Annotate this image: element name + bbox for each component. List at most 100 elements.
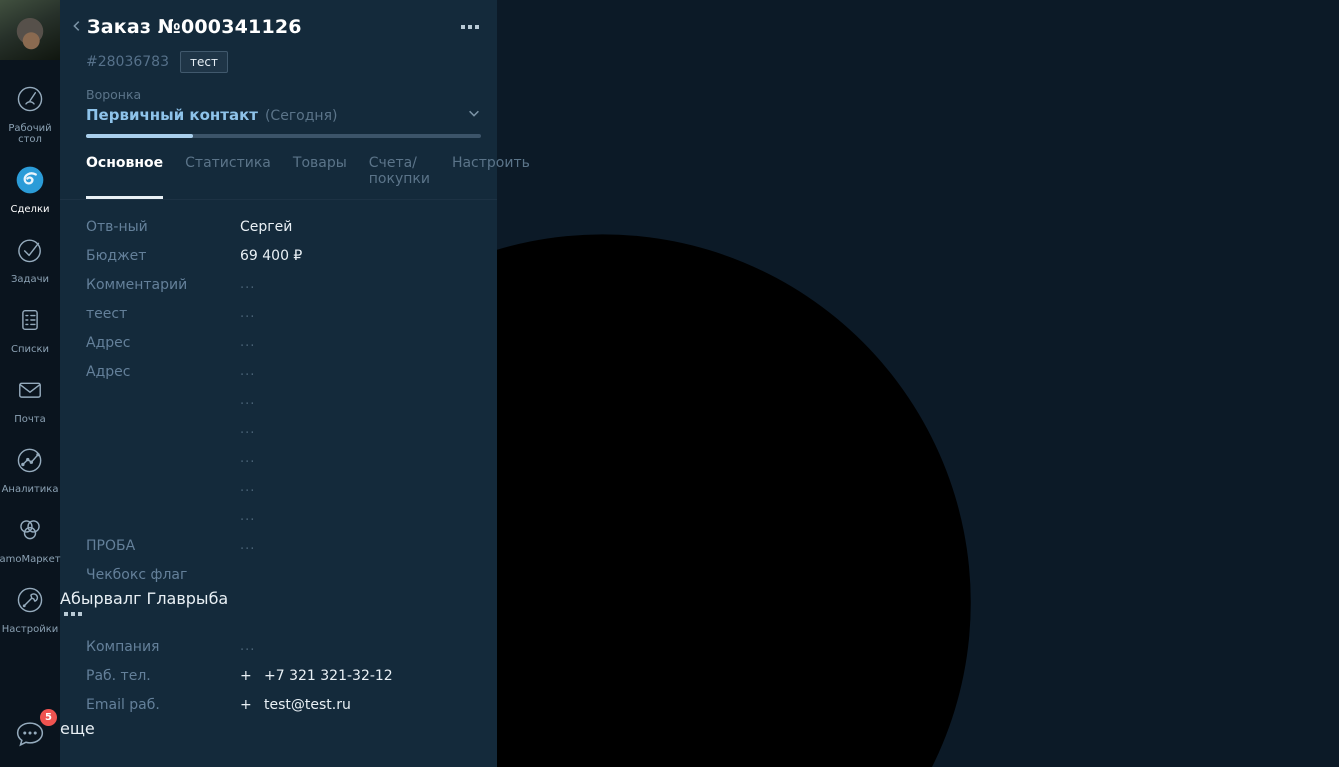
field-label: Комментарий	[86, 277, 240, 293]
lead-tag[interactable]: тест	[180, 51, 228, 73]
field-row: теест...	[86, 299, 481, 328]
back-icon[interactable]	[70, 18, 84, 37]
field-value: + +7 321 321-32-12	[240, 668, 393, 684]
field-row: Чекбокс флаг	[86, 560, 481, 589]
lead-tabs: ОсновноеСтатистикаТоварыСчета/покупкиНас…	[60, 138, 497, 200]
stage-name: Первичный контакт	[86, 106, 258, 124]
field-label: Отв-ный	[86, 219, 240, 235]
field-value[interactable]: ...	[240, 364, 255, 379]
field-row: ...	[86, 386, 481, 415]
empty-field-dots[interactable]: ...	[240, 480, 255, 495]
field-row: Адрес...	[86, 357, 481, 386]
lead-panel: Заказ №000341126 #28036783 тест Воронка …	[60, 0, 497, 767]
mail-icon	[14, 374, 46, 410]
sidebar-item-tasks[interactable]: Задачи	[0, 225, 60, 295]
contact-fields: Компания... Раб. тел.+ +7 321 321-32-12 Ema…	[60, 620, 497, 719]
contact-name[interactable]: Абырвалг Главрыба	[60, 589, 228, 608]
field-link[interactable]: +7 321 321-32-12	[264, 668, 393, 684]
field-row: Комментарий...	[86, 270, 481, 299]
empty-field-dots[interactable]: ...	[240, 335, 255, 350]
field-row: Адрес...	[86, 328, 481, 357]
tab-3[interactable]: Счета/покупки	[369, 155, 430, 199]
field-value[interactable]: ...	[240, 306, 255, 321]
field-value[interactable]: ...	[240, 393, 255, 408]
empty-field-dots[interactable]: ...	[240, 277, 255, 292]
market-icon	[14, 514, 46, 550]
field-row: Email раб.+ test@test.ru	[86, 690, 481, 719]
sidebar-item-label: Задачи	[11, 274, 49, 285]
field-row: Компания...	[86, 632, 481, 661]
add-value-icon[interactable]: +	[240, 697, 256, 713]
tab-0[interactable]: Основное	[86, 155, 163, 199]
field-value[interactable]: ...	[240, 277, 255, 292]
stage-selector[interactable]: Первичный контакт (Сегодня)	[86, 105, 481, 124]
sidebar-item-label: Рабочий стол	[2, 123, 58, 145]
chat-button[interactable]: 5	[10, 715, 54, 757]
app-root: Рабочий стол Сделки Задачи Списки Почта Анали…	[0, 0, 1339, 767]
empty-field-dots[interactable]: ...	[240, 306, 255, 321]
field-label: Email раб.	[86, 697, 240, 713]
contact-more-link[interactable]: еще	[60, 719, 95, 738]
sidebar-item-label: Настройки	[2, 624, 58, 635]
sidebar-nav: Рабочий стол Сделки Задачи Списки Почта Анали…	[0, 60, 60, 645]
stage-progress-fill	[86, 134, 193, 138]
empty-field-dots[interactable]: ...	[240, 639, 255, 654]
sidebar-item-deals[interactable]: Сделки	[0, 155, 60, 225]
field-link[interactable]: test@test.ru	[264, 697, 351, 713]
lead-id: #28036783	[86, 54, 169, 70]
field-value[interactable]: ...	[240, 509, 255, 524]
field-row: Бюджет69 400 ₽	[86, 241, 481, 270]
sidebar-item-settings[interactable]: Настройки	[0, 575, 60, 645]
field-row: ...	[86, 473, 481, 502]
tab-1[interactable]: Статистика	[185, 155, 271, 199]
sidebar: Рабочий стол Сделки Задачи Списки Почта Анали…	[0, 0, 60, 767]
lists-icon	[14, 304, 46, 340]
field-row: Раб. тел.+ +7 321 321-32-12	[86, 661, 481, 690]
field-value[interactable]: ...	[240, 480, 255, 495]
lead-menu-button[interactable]	[457, 21, 483, 33]
chat-badge: 5	[40, 709, 57, 726]
stage-hint: (Сегодня)	[265, 108, 338, 124]
field-label: Бюджет	[86, 248, 240, 264]
tab-4[interactable]: Настроить	[452, 155, 530, 199]
chevron-down-icon	[467, 105, 481, 124]
sidebar-item-mail[interactable]: Почта	[0, 365, 60, 435]
field-row: ПРОБА...	[86, 531, 481, 560]
analytics-icon	[14, 444, 46, 480]
tab-2[interactable]: Товары	[293, 155, 347, 199]
user-avatar[interactable]	[0, 0, 60, 60]
field-value[interactable]: Сергей	[240, 219, 292, 235]
sidebar-item-desk[interactable]: Рабочий стол	[0, 74, 60, 155]
field-row: ...	[86, 444, 481, 473]
field-value[interactable]: ...	[240, 538, 255, 553]
field-row: ...	[86, 502, 481, 531]
field-row: ...	[86, 415, 481, 444]
sidebar-item-market[interactable]: amoМаркет	[0, 505, 60, 575]
field-value[interactable]: ...	[240, 335, 255, 350]
field-value[interactable]: ...	[240, 451, 255, 466]
empty-field-dots[interactable]: ...	[240, 509, 255, 524]
sidebar-item-label: Сделки	[11, 204, 50, 215]
empty-field-dots[interactable]: ...	[240, 422, 255, 437]
stage-progress-bar[interactable]	[86, 134, 481, 138]
field-label: Раб. тел.	[86, 668, 240, 684]
field-value[interactable]: 69 400 ₽	[240, 248, 302, 264]
field-label: теест	[86, 306, 240, 322]
empty-field-dots[interactable]: ...	[240, 393, 255, 408]
funnel-label: Воронка	[86, 87, 481, 102]
field-label: Адрес	[86, 364, 240, 380]
empty-field-dots[interactable]: ...	[240, 451, 255, 466]
sidebar-item-lists[interactable]: Списки	[0, 295, 60, 365]
field-value[interactable]: ...	[240, 639, 255, 654]
sidebar-item-label: Списки	[11, 344, 49, 355]
empty-field-dots[interactable]: ...	[240, 364, 255, 379]
sidebar-item-analytics[interactable]: Аналитика	[0, 435, 60, 505]
field-value[interactable]: ...	[240, 422, 255, 437]
deals-icon	[14, 164, 46, 200]
lead-fields: Отв-ныйСергейБюджет69 400 ₽Комментарий..…	[60, 200, 497, 589]
empty-field-dots[interactable]: ...	[240, 538, 255, 553]
lead-title: Заказ №000341126	[87, 16, 302, 38]
sidebar-item-label: Почта	[14, 414, 46, 425]
add-value-icon[interactable]: +	[240, 668, 256, 684]
contact-menu-button[interactable]	[60, 608, 497, 620]
